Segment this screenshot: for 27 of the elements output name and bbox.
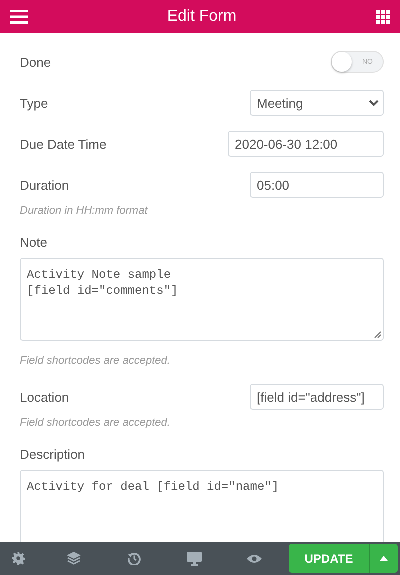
text-area[interactable]: Activity Note sample [field id="comments"] xyxy=(20,258,384,341)
field-label: Note xyxy=(20,234,48,250)
field-label: Done xyxy=(20,54,52,70)
field-label: Location xyxy=(20,390,70,404)
window-title: Edit Form xyxy=(167,8,237,26)
settings-icon[interactable] xyxy=(12,552,25,565)
menu-icon[interactable] xyxy=(10,10,28,24)
monitor-icon[interactable] xyxy=(186,552,202,566)
input-field[interactable]: [field id="address"] xyxy=(250,384,384,410)
field-label: Duration xyxy=(20,178,70,192)
field-label: Due Date Time xyxy=(20,136,107,152)
layers-icon[interactable] xyxy=(67,552,81,565)
caret-icon xyxy=(380,556,388,561)
chevron-icon xyxy=(369,100,379,106)
type-dropdown[interactable]: Meeting xyxy=(250,90,384,116)
resize-icon[interactable] xyxy=(374,331,381,338)
input-field[interactable]: 2020-06-30 12:00 xyxy=(228,131,384,157)
input-field[interactable]: 05:00 xyxy=(250,172,384,198)
grid-icon[interactable] xyxy=(376,10,390,24)
field-label: Description xyxy=(20,446,86,462)
help-text: Field shortcodes are accepted. xyxy=(20,355,172,367)
field-label: Type xyxy=(20,96,48,110)
eye-icon[interactable] xyxy=(246,554,262,564)
options-button[interactable] xyxy=(369,544,398,573)
help-text: Duration in HH:mm format xyxy=(20,205,150,217)
help-text: Field shortcodes are accepted. xyxy=(20,417,172,429)
history-icon[interactable] xyxy=(128,552,140,565)
